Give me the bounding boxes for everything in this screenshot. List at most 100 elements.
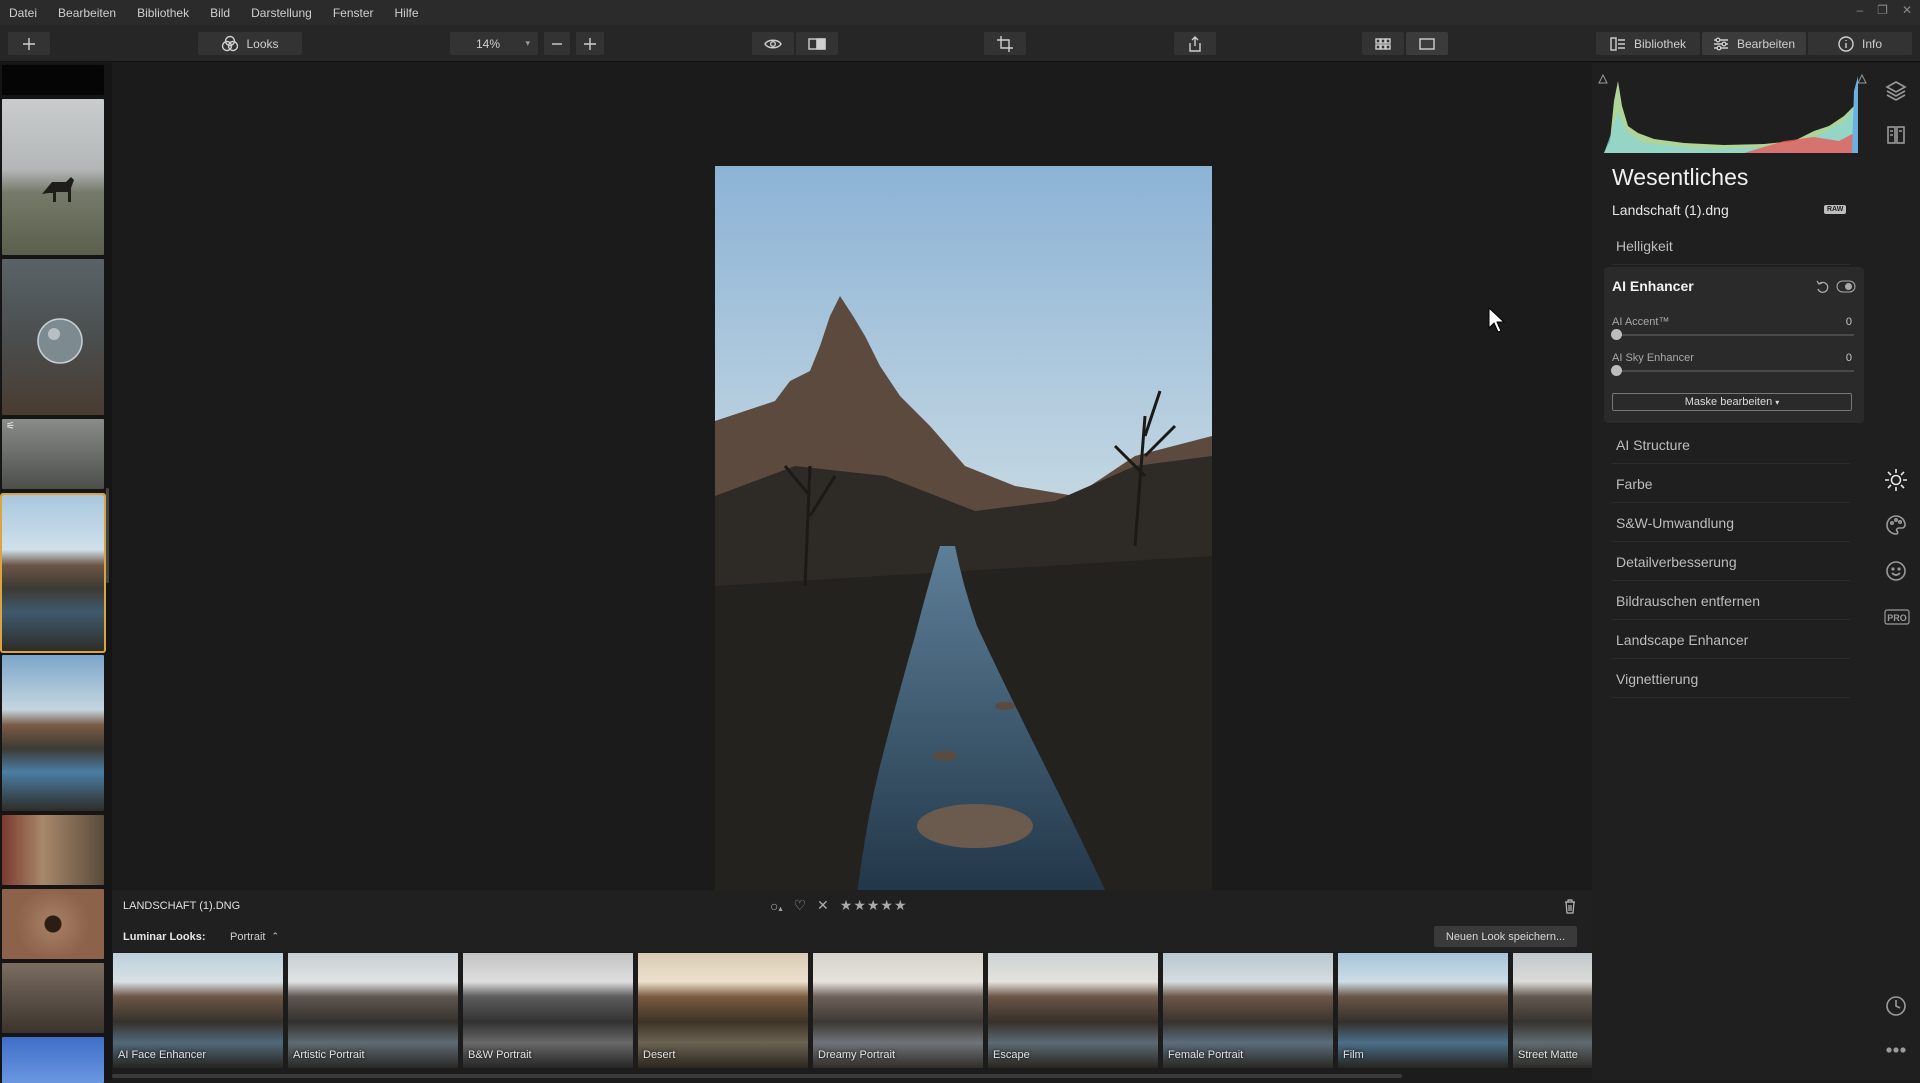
restore-icon[interactable]: ❐	[1877, 3, 1888, 17]
close-icon[interactable]: ✕	[1902, 3, 1912, 17]
compare-button[interactable]	[796, 32, 838, 55]
zoom-in-button[interactable]	[576, 32, 604, 55]
section-label: AI Structure	[1616, 436, 1690, 453]
single-view-button[interactable]	[1406, 32, 1448, 55]
section-helligkeit[interactable]: Helligkeit	[1612, 227, 1850, 265]
window-controls: – ❐ ✕	[1856, 3, 1912, 17]
looks-strip: AI Face Enhancer Artistic Portrait B&W P…	[112, 952, 1592, 1080]
thumbnail-blue-sky[interactable]	[2, 1037, 104, 1083]
look-ai-face-enhancer[interactable]: AI Face Enhancer	[113, 953, 283, 1068]
look-label: Film	[1343, 1049, 1364, 1061]
thumbnail-glass-sphere[interactable]	[2, 259, 104, 415]
main-photo[interactable]	[715, 166, 1212, 911]
section-ai-structure[interactable]: AI Structure	[1612, 426, 1850, 464]
export-button[interactable]	[1174, 32, 1216, 55]
chevron-up-icon: ⌃	[271, 931, 280, 941]
look-bw-portrait[interactable]: B&W Portrait	[463, 953, 633, 1068]
look-film[interactable]: Film	[1338, 953, 1508, 1068]
menu-hilfe[interactable]: Hilfe	[394, 6, 420, 20]
menu-datei[interactable]: Datei	[8, 6, 38, 20]
section-label: Farbe	[1616, 475, 1653, 492]
looks-button[interactable]: Looks	[198, 32, 302, 55]
section-vignettierung[interactable]: Vignettierung	[1612, 660, 1850, 698]
edited-badge-icon: ⚟	[6, 421, 15, 432]
section-bildrauschen[interactable]: Bildrauschen entfernen	[1612, 582, 1850, 620]
image-info-bar: LANDSCHAFT (1).DNG ○▴ ♡ ✕ ★★★★★	[112, 890, 1592, 922]
thumbnail-portrait-woman[interactable]	[2, 963, 104, 1033]
portrait-button[interactable]	[1884, 559, 1908, 583]
look-escape[interactable]: Escape	[988, 953, 1158, 1068]
section-sw-umwandlung[interactable]: S&W-Umwandlung	[1612, 504, 1850, 542]
thumbnail-landscape-copy[interactable]	[2, 655, 104, 811]
section-detailverbesserung[interactable]: Detailverbesserung	[1612, 543, 1850, 581]
thumbnail-dark[interactable]	[2, 65, 104, 95]
sun-icon	[1885, 469, 1907, 491]
zoom-out-button[interactable]	[544, 32, 570, 55]
look-artistic-portrait[interactable]: Artistic Portrait	[288, 953, 458, 1068]
heart-icon[interactable]: ♡	[793, 897, 806, 914]
slider-ai-sky-track[interactable]	[1616, 370, 1854, 372]
essentials-button[interactable]	[1884, 468, 1908, 492]
pro-button[interactable]: PRO	[1884, 605, 1910, 629]
tool-category-strip: PRO	[1872, 63, 1920, 1080]
look-female-portrait[interactable]: Female Portrait	[1163, 953, 1333, 1068]
add-button[interactable]	[8, 32, 50, 55]
looks-scrollbar[interactable]	[112, 1074, 1402, 1078]
grid-view-button[interactable]	[1362, 32, 1404, 55]
minus-icon	[552, 42, 562, 45]
sliders-icon	[1713, 37, 1728, 50]
minimize-icon[interactable]: –	[1856, 3, 1863, 17]
image-filename: LANDSCHAFT (1).DNG	[123, 900, 241, 912]
preview-button[interactable]	[752, 32, 794, 55]
thumbnail-eye[interactable]	[2, 889, 104, 959]
visibility-toggle-icon[interactable]	[1836, 280, 1856, 293]
look-street-matte[interactable]: Street Matte	[1513, 953, 1592, 1068]
thumbnail-cat[interactable]	[2, 815, 104, 885]
slider-ai-sky-label: AI Sky Enhancer	[1612, 352, 1694, 364]
ai-enhancer-title[interactable]: AI Enhancer	[1612, 278, 1694, 294]
slider-ai-accent-value: 0	[1845, 316, 1852, 328]
zoom-select[interactable]: 14% ▾	[450, 32, 538, 55]
tab-info[interactable]: Info	[1808, 32, 1912, 55]
highlight-clipping-icon[interactable]	[1857, 74, 1867, 84]
thumbnail-landscape-selected[interactable]	[0, 493, 106, 653]
slider-ai-accent-track[interactable]	[1616, 334, 1854, 336]
thumbnail-street[interactable]: ⚟	[2, 419, 104, 489]
star-rating[interactable]: ★★★★★	[840, 897, 908, 914]
section-farbe[interactable]: Farbe	[1612, 465, 1850, 503]
section-label: Landscape Enhancer	[1616, 631, 1749, 648]
canvas-button[interactable]	[1884, 123, 1908, 147]
svg-text:PRO: PRO	[1887, 613, 1907, 623]
menu-fenster[interactable]: Fenster	[332, 6, 375, 20]
look-label: AI Face Enhancer	[118, 1049, 207, 1061]
share-icon	[1189, 35, 1201, 52]
creative-button[interactable]	[1884, 513, 1908, 537]
slider-ai-accent-knob[interactable]	[1611, 329, 1622, 340]
crop-button[interactable]	[984, 32, 1026, 55]
looks-category-select[interactable]: Portrait ⌃	[230, 931, 279, 943]
menu-darstellung[interactable]: Darstellung	[250, 6, 313, 20]
look-label: Artistic Portrait	[293, 1049, 365, 1061]
thumbnail-horse[interactable]	[2, 99, 104, 255]
section-landscape-enhancer[interactable]: Landscape Enhancer	[1612, 621, 1850, 659]
slider-ai-sky-knob[interactable]	[1611, 365, 1622, 376]
color-label-icon[interactable]: ○▴	[770, 898, 782, 914]
more-button[interactable]	[1884, 1038, 1908, 1062]
edit-mask-button[interactable]: Maske bearbeiten ▾	[1612, 393, 1852, 411]
trash-icon[interactable]	[1563, 898, 1577, 914]
save-new-look-button[interactable]: Neuen Look speichern...	[1434, 926, 1577, 947]
history-button[interactable]	[1884, 994, 1908, 1018]
look-desert[interactable]: Desert	[638, 953, 808, 1068]
reject-icon[interactable]: ✕	[817, 897, 829, 914]
layers-button[interactable]	[1884, 78, 1908, 102]
menu-bibliothek[interactable]: Bibliothek	[136, 6, 190, 20]
menu-bearbeiten[interactable]: Bearbeiten	[57, 6, 117, 20]
tab-bibliothek[interactable]: Bibliothek	[1596, 32, 1700, 55]
reset-icon[interactable]	[1816, 280, 1830, 294]
look-label: Street Matte	[1518, 1049, 1578, 1061]
looks-circles-icon	[222, 35, 239, 51]
tab-bearbeiten[interactable]: Bearbeiten	[1702, 32, 1806, 55]
look-dreamy-portrait[interactable]: Dreamy Portrait	[813, 953, 983, 1068]
filmstrip-scrollbar[interactable]	[106, 488, 109, 583]
menu-bild[interactable]: Bild	[209, 6, 231, 20]
